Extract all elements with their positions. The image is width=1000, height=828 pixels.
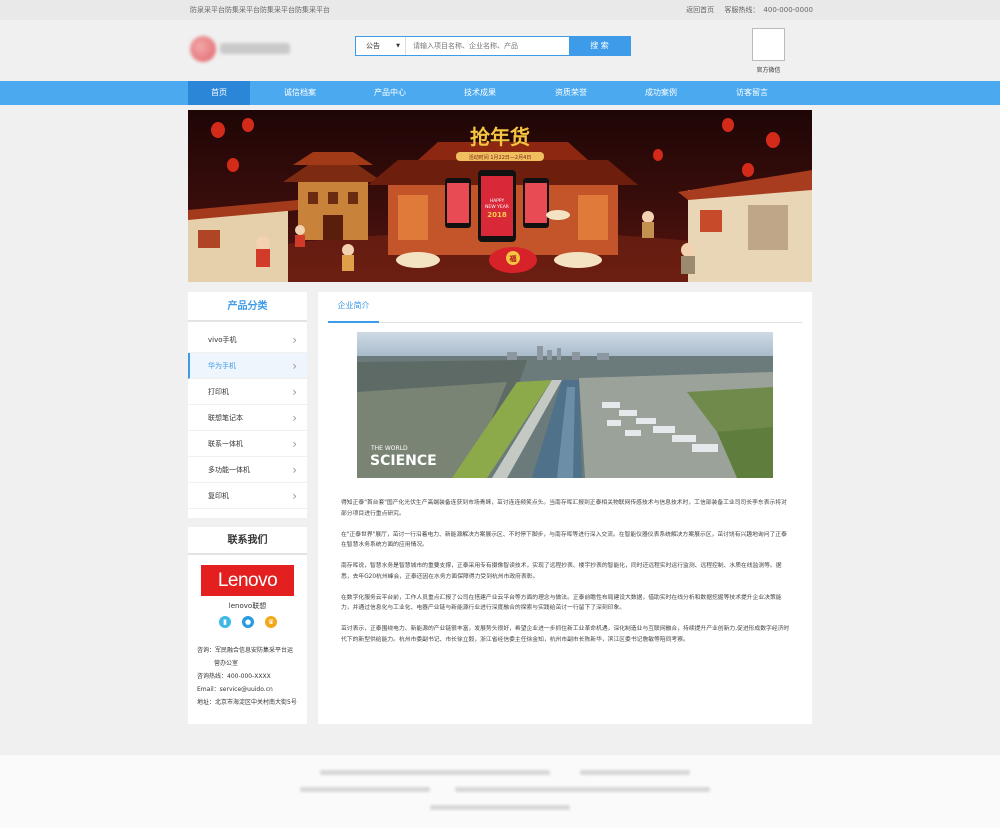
lenovo-logo: Lenovo xyxy=(201,565,294,596)
chevron-right-icon: › xyxy=(292,489,297,503)
logo-mark-icon xyxy=(190,36,216,62)
category-title: 产品分类 xyxy=(188,292,307,322)
banner-date: 活动时间 1月22日—2月4日 xyxy=(469,154,532,161)
brand-name: lenovo联想 xyxy=(228,602,267,610)
footer-line xyxy=(300,787,430,792)
top-slogan: 防泉采平台防集采平台防集采平台防集采平台 xyxy=(190,6,330,14)
article-paragraph: 南存晖说，智慧水务是智慧城市的重要支撑，正泰采用专有摄像智读技术，实现了远程抄表… xyxy=(341,563,782,580)
nav-item-credit[interactable]: 诚信档案 xyxy=(269,81,331,105)
article-paragraph: 得知正泰"首台套"国产化光伏生产高端装备连获到市场青睐，茁讨连连频笑点头。当南存… xyxy=(341,500,787,517)
hotline-number: 400-000-0000 xyxy=(763,6,813,14)
search-input[interactable] xyxy=(408,37,568,55)
crown-icon[interactable]: ♛ xyxy=(265,616,277,628)
chevron-right-icon: › xyxy=(292,437,297,451)
category-label: 打印机 xyxy=(208,388,229,396)
category-item[interactable]: 联想笔记本 › xyxy=(188,405,307,431)
wechat-qr-code xyxy=(752,28,785,61)
svg-text:HAPPY: HAPPY xyxy=(490,198,505,204)
category-item[interactable]: 多功能一体机 › xyxy=(188,457,307,483)
caret-down-icon: ▼ xyxy=(396,43,400,49)
email-value[interactable]: service@uuido.cn xyxy=(220,686,273,693)
photo-caption-small: THE WORLD xyxy=(370,445,408,452)
address-label: 地址： xyxy=(197,699,216,706)
chevron-right-icon: › xyxy=(292,463,297,477)
consult-value: 军民融合信息安防集采平台运 xyxy=(215,647,294,654)
hotline-row: 咨询热线：400-000-XXXX xyxy=(197,670,303,683)
hotline-label-text: 客服热线： xyxy=(724,6,760,14)
footer-line xyxy=(320,770,550,775)
footer-line xyxy=(580,770,690,775)
chevron-right-icon: › xyxy=(292,359,297,373)
aerial-city-image: THE WORLD SCIENCE xyxy=(357,332,773,478)
svg-text:NEW YEAR: NEW YEAR xyxy=(485,204,509,210)
contact-hotline-value: 400-000-XXXX xyxy=(227,673,271,680)
phone-icon[interactable]: ▮ xyxy=(219,616,231,628)
chevron-right-icon: › xyxy=(292,385,297,399)
consult-label: 咨询： xyxy=(197,647,216,654)
contact-title: 联系我们 xyxy=(188,527,307,555)
nav-item-tech[interactable]: 技术成果 xyxy=(449,81,511,105)
search-bar: 公告 ▼ 搜 索 xyxy=(355,36,631,56)
article-paragraph: 在"正泰世界"展厅，茁讨一行沿着电力、新能源解决方案展示区、不时停下脚步，与南存… xyxy=(341,531,787,549)
category-item[interactable]: 华为手机 › xyxy=(188,353,307,379)
chevron-right-icon: › xyxy=(292,333,297,347)
svg-text:2018: 2018 xyxy=(487,211,507,219)
category-label: 联系一体机 xyxy=(208,440,243,448)
contact-info: 咨询：军民融合信息安防集采平台运 营办公室 咨询热线：400-000-XXXX … xyxy=(197,644,303,709)
back-home-link[interactable]: 返回首页 xyxy=(686,6,714,14)
category-item[interactable]: 联系一体机 › xyxy=(188,431,307,457)
tab-company-intro[interactable]: 企业简介 xyxy=(328,292,379,323)
banner-fu-badge: 福 xyxy=(509,254,517,263)
category-item[interactable]: vivo手机 › xyxy=(188,327,307,353)
main-nav: 首页 诚信档案 产品中心 技术成果 资质荣誉 成功案例 访客留言 xyxy=(0,81,1000,105)
article-paragraph: 在数字化服务云平台前，工作人员重点汇报了公司在搭建产业云平台等方面的理念与做法。… xyxy=(341,594,782,612)
footer-line xyxy=(430,805,570,810)
logo-wordmark xyxy=(220,43,290,54)
category-item[interactable]: 打印机 › xyxy=(188,379,307,405)
search-type-value: 公告 xyxy=(366,42,380,50)
product-category-panel: 产品分类 vivo手机 › 华为手机 › 打印机 › 联想笔记本 › 联系一体机 › 多功… xyxy=(188,292,307,518)
photo-caption-big: SCIENCE xyxy=(370,453,437,469)
footer xyxy=(0,755,1000,828)
email-row: Email：service@uuido.cn xyxy=(197,683,303,696)
category-label: 华为手机 xyxy=(208,362,236,370)
hotline-label: 客服热线： 400-000-0000 xyxy=(720,6,813,14)
wechat-qr-label: 官方微信 xyxy=(756,67,781,74)
article-body: 得知正泰"首台套"国产化光伏生产高端装备连获到市场青睐，茁讨连连频笑点头。当南存… xyxy=(341,498,791,656)
top-right-links: 返回首页 客服热线： 400-000-0000 xyxy=(682,5,813,15)
header: 公告 ▼ 搜 索 官方微信 xyxy=(0,20,1000,81)
chevron-right-icon: › xyxy=(292,411,297,425)
nav-item-products[interactable]: 产品中心 xyxy=(359,81,421,105)
site-logo[interactable] xyxy=(190,34,298,62)
category-label: 联想笔记本 xyxy=(208,414,243,422)
consult-row-cont: 营办公室 xyxy=(214,660,239,667)
promo-banner[interactable]: 抢年货 活动时间 1月22日—2月4日 HAPPY NEW YEAR 2018 … xyxy=(188,110,812,282)
article-paragraph: 茁讨表示，正泰围绕电力、新能源的产业链很丰富，发展势头很好，希望企业进一步抓住新… xyxy=(341,626,790,643)
banner-title: 抢年货 xyxy=(470,125,530,149)
address-row: 地址：北京市海淀区中关村南大街5号 xyxy=(197,696,303,709)
footer-line xyxy=(455,787,710,792)
search-button[interactable]: 搜 索 xyxy=(569,37,630,55)
main-content: 企业简介 THE WORLD SCIENCE 得知正泰"首台套"国产化光伏生产高… xyxy=(318,292,812,724)
email-label: Email： xyxy=(197,686,220,693)
company-photo: THE WORLD SCIENCE xyxy=(357,332,773,478)
banner-illustration: 抢年货 活动时间 1月22日—2月4日 HAPPY NEW YEAR 2018 … xyxy=(188,118,812,282)
address-value: 北京市海淀区中关村南大街5号 xyxy=(215,699,297,706)
contact-hotline-label: 咨询热线： xyxy=(197,673,228,680)
consult-row: 咨询：军民融合信息安防集采平台运 xyxy=(197,644,303,657)
nav-item-cases[interactable]: 成功案例 xyxy=(630,81,692,105)
nav-item-guestbook[interactable]: 访客留言 xyxy=(721,81,783,105)
search-type-select[interactable]: 公告 ▼ xyxy=(356,37,406,55)
nav-item-home[interactable]: 首页 xyxy=(188,81,250,105)
category-item[interactable]: 复印机 › xyxy=(188,483,307,509)
category-label: vivo手机 xyxy=(208,336,237,344)
category-label: 复印机 xyxy=(208,492,229,500)
contact-icons: ▮ ● ♛ xyxy=(219,616,279,628)
contact-panel: 联系我们 Lenovo lenovo联想 ▮ ● ♛ 咨询：军民融合信息安防集采… xyxy=(188,527,307,724)
qq-icon[interactable]: ● xyxy=(242,616,254,628)
top-bar: 防泉采平台防集采平台防集采平台防集采平台 返回首页 客服热线： 400-000-0… xyxy=(0,0,1000,20)
content-tab-bar: 企业简介 xyxy=(328,292,802,323)
category-label: 多功能一体机 xyxy=(208,466,250,474)
nav-item-honors[interactable]: 资质荣誉 xyxy=(540,81,602,105)
